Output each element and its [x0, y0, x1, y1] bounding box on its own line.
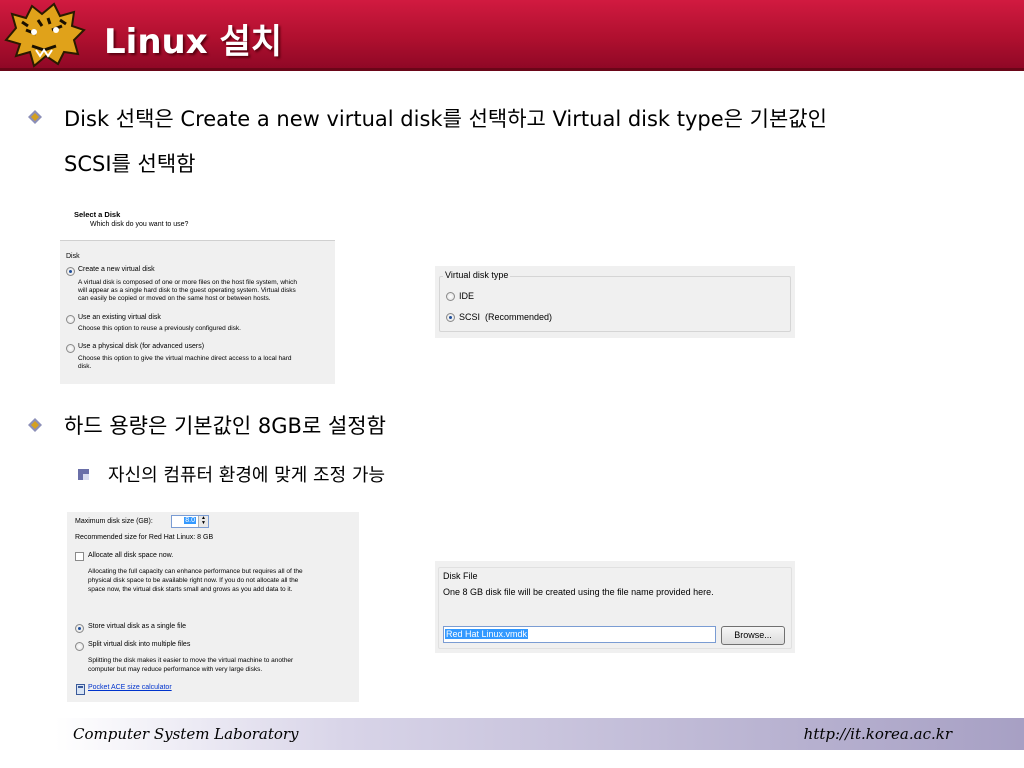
use-existing-disk-desc: Choose this option to reuse a previously… — [78, 325, 241, 332]
sub-bullet-square-icon — [78, 469, 89, 480]
bullet-diamond-icon — [28, 418, 42, 432]
max-disk-size-value: 8.0 — [184, 517, 196, 524]
disk-filename-input[interactable]: Red Hat Linux.vmdk — [443, 626, 716, 643]
bullet-diamond-icon — [28, 110, 42, 124]
scsi-label[interactable]: SCSI — [459, 312, 480, 322]
bullet-2: 하드 용량은 기본값인 8GB로 설정함 — [64, 414, 386, 438]
use-physical-disk-desc: Choose this option to give the virtual m… — [78, 355, 292, 362]
disk-file-description: One 8 GB disk file will be created using… — [443, 587, 714, 597]
disk-filename-value: Red Hat Linux.vmdk — [445, 629, 529, 639]
create-new-disk-desc: will appear as a single hard disk to the… — [78, 287, 296, 294]
disk-type-group-label: Virtual disk type — [443, 270, 511, 280]
title-bar-border — [0, 68, 1024, 71]
allocate-now-checkbox[interactable] — [75, 552, 84, 561]
size-calculator-link[interactable]: Pocket ACE size calculator — [88, 684, 172, 691]
select-disk-subheading: Which disk do you want to use? — [90, 221, 189, 228]
disk-type-groupbox — [439, 276, 791, 332]
bullet-1-line-2: SCSI를 선택함 — [64, 152, 196, 176]
ide-label[interactable]: IDE — [459, 291, 474, 301]
disk-file-panel: Disk File One 8 GB disk file will be cre… — [435, 561, 795, 653]
allocate-desc: Allocating the full capacity can enhance… — [88, 568, 303, 575]
recommended-size-text: Recommended size for Red Hat Linux: 8 GB — [75, 534, 214, 541]
footer-url[interactable]: http://it.korea.ac.kr — [804, 725, 952, 743]
create-new-disk-desc: A virtual disk is composed of one or mor… — [78, 279, 297, 286]
split-desc: computer but may reduce performance with… — [88, 666, 263, 673]
max-disk-size-label: Maximum disk size (GB): — [75, 518, 153, 525]
size-spinner[interactable]: ▲ ▼ — [198, 516, 208, 527]
sub-bullet-1: 자신의 컴퓨터 환경에 맞게 조정 가능 — [108, 465, 386, 486]
bullet-1-line-1: Disk 선택은 Create a new virtual disk를 선택하고… — [64, 107, 827, 131]
allocate-desc: space now, the virtual disk starts small… — [88, 586, 293, 593]
footer-lab-name: Computer System Laboratory — [73, 725, 299, 743]
disk-capacity-panel: Maximum disk size (GB): 8.0 ▲ ▼ Recommend… — [67, 512, 359, 702]
select-disk-body: Disk Create a new virtual disk A virtual… — [60, 240, 335, 384]
multiple-files-radio[interactable] — [75, 642, 84, 651]
single-file-radio[interactable] — [75, 624, 84, 633]
max-disk-size-input[interactable]: 8.0 ▲ ▼ — [171, 515, 209, 528]
disk-group-label: Disk — [66, 253, 80, 260]
slide-title: Linux 설치 — [104, 22, 283, 62]
single-file-label[interactable]: Store virtual disk as a single file — [88, 623, 186, 630]
footer-bar: Computer System Laboratory http://it.kor… — [55, 718, 1024, 750]
use-physical-disk-radio[interactable] — [66, 344, 75, 353]
allocate-now-label[interactable]: Allocate all disk space now. — [88, 552, 173, 559]
split-desc: Splitting the disk makes it easier to mo… — [88, 657, 294, 664]
disk-type-panel: Virtual disk type IDE SCSI (Recommended) — [435, 266, 795, 338]
scsi-recommended-note: (Recommended) — [485, 312, 553, 322]
use-existing-disk-radio[interactable] — [66, 315, 75, 324]
select-disk-panel: Select a Disk Which disk do you want to … — [60, 204, 335, 384]
disk-file-group-label: Disk File — [443, 571, 478, 581]
create-new-disk-label[interactable]: Create a new virtual disk — [78, 266, 155, 273]
scsi-radio[interactable] — [446, 313, 455, 322]
use-physical-disk-label[interactable]: Use a physical disk (for advanced users) — [78, 343, 204, 350]
ide-radio[interactable] — [446, 292, 455, 301]
tiger-logo-icon — [4, 2, 86, 68]
select-disk-heading: Select a Disk — [74, 210, 121, 219]
multiple-files-label[interactable]: Split virtual disk into multiple files — [88, 641, 190, 648]
create-new-disk-radio[interactable] — [66, 267, 75, 276]
use-existing-disk-label[interactable]: Use an existing virtual disk — [78, 314, 161, 321]
use-physical-disk-desc: disk. — [78, 363, 92, 370]
browse-button[interactable]: Browse... — [721, 626, 785, 645]
create-new-disk-desc: can easily be copied or moved on the sam… — [78, 295, 271, 302]
calculator-icon — [76, 684, 85, 695]
allocate-desc: physical disk space to be available righ… — [88, 577, 299, 584]
